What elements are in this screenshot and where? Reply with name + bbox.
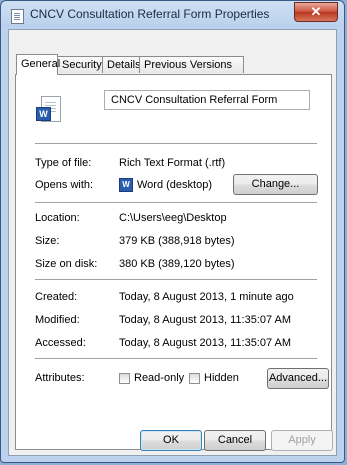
change-button[interactable]: Change...	[233, 174, 318, 195]
dialog-client: General Security Details Previous Versio…	[8, 29, 337, 456]
title-bar[interactable]: CNCV Consultation Referral Form Properti…	[1, 1, 344, 29]
type-of-file-label: Type of file:	[35, 157, 92, 169]
location-label: Location:	[35, 212, 80, 224]
location-value: C:\Users\eeg\Desktop	[119, 212, 227, 224]
word-app-icon: W	[119, 178, 133, 192]
modified-label: Modified:	[35, 314, 80, 326]
created-label: Created:	[35, 291, 78, 303]
size-on-disk-value: 380 KB (389,120 bytes)	[119, 258, 235, 270]
read-only-checkbox[interactable]	[119, 373, 130, 384]
general-tab-panel: W CNCV Consultation Referral Form Type o…	[15, 74, 332, 450]
divider	[35, 279, 317, 281]
divider	[35, 358, 317, 360]
properties-window: CNCV Consultation Referral Form Properti…	[0, 0, 345, 463]
word-document-icon: W	[35, 95, 63, 123]
attributes-label: Attributes:	[35, 372, 85, 384]
accessed-value: Today, 8 August 2013, 11:35:07 AM	[119, 337, 292, 349]
modified-value: Today, 8 August 2013, 11:35:07 AM	[119, 314, 292, 326]
hidden-label[interactable]: Hidden	[204, 372, 239, 384]
tab-previous-versions[interactable]: Previous Versions	[139, 56, 244, 73]
size-label: Size:	[35, 235, 60, 247]
document-icon	[11, 9, 24, 24]
advanced-button[interactable]: Advanced...	[267, 368, 329, 389]
window-title: CNCV Consultation Referral Form Properti…	[30, 7, 270, 21]
type-of-file-value: Rich Text Format (.rtf)	[119, 157, 226, 169]
ok-button[interactable]: OK	[140, 430, 202, 451]
divider	[35, 143, 317, 145]
tab-security[interactable]: Security	[57, 56, 103, 73]
size-on-disk-label: Size on disk:	[35, 258, 98, 270]
close-button[interactable]: ✕	[294, 2, 338, 22]
cancel-button[interactable]: Cancel	[204, 430, 266, 451]
tab-general[interactable]: General	[16, 54, 60, 75]
apply-button[interactable]: Apply	[271, 430, 333, 451]
opens-with-value: Word (desktop)	[137, 179, 212, 191]
hidden-checkbox[interactable]	[189, 373, 200, 384]
size-value: 379 KB (388,918 bytes)	[119, 235, 235, 247]
read-only-label[interactable]: Read-only	[134, 372, 184, 384]
word-badge: W	[36, 107, 51, 121]
file-name-field[interactable]: CNCV Consultation Referral Form	[104, 90, 310, 110]
accessed-label: Accessed:	[35, 337, 86, 349]
created-value: Today, 8 August 2013, 1 minute ago	[119, 291, 294, 303]
tab-details[interactable]: Details	[102, 56, 141, 73]
divider	[35, 202, 317, 204]
opens-with-label: Opens with:	[35, 179, 94, 191]
